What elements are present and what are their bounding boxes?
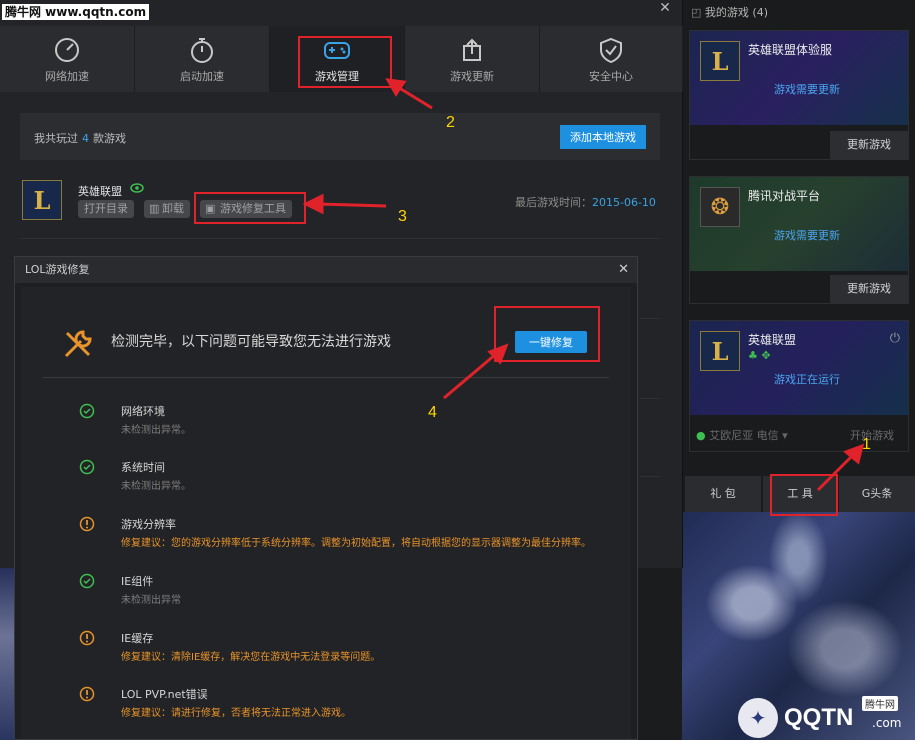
annotation-label-3: 3 (398, 208, 407, 225)
brand-domain: .com (872, 716, 902, 730)
brand-logo-icon: ✦ (738, 698, 778, 738)
annotation-arrows (302, 78, 865, 492)
brand-logo-text: QQTN (784, 704, 854, 731)
annotation-label-4: 4 (428, 404, 437, 421)
brand-badge: 腾牛网 (862, 696, 898, 711)
annotation-label-1: 1 (862, 436, 871, 453)
qqtn-brand-watermark: ✦ QQTN .com 腾牛网 (738, 694, 915, 740)
annotation-label-2: 2 (446, 114, 455, 131)
